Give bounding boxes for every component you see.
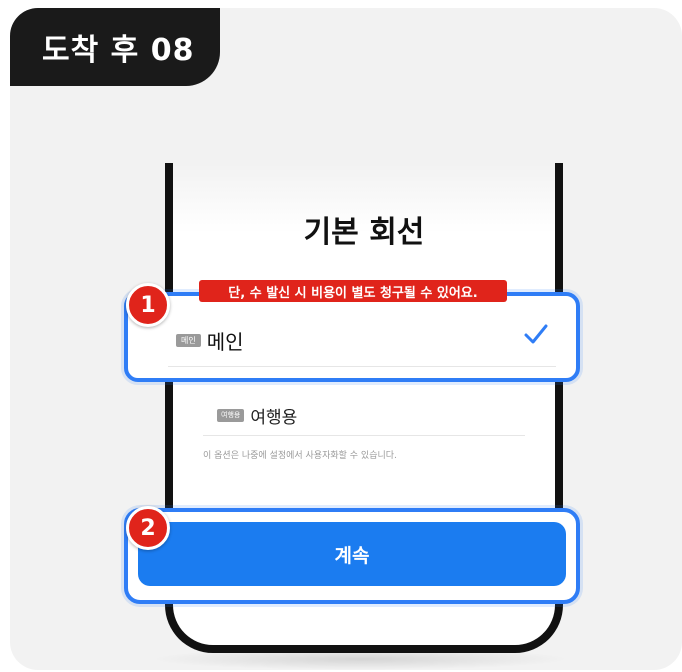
callout-badge-2: 2 xyxy=(126,506,170,550)
continue-button[interactable]: 계속 xyxy=(138,522,566,586)
callout-badge-1: 1 xyxy=(126,283,170,327)
hint-text: 이 옵션은 나중에 설정에서 사용자화할 수 있습니다. xyxy=(203,451,397,461)
line-option-main[interactable]: 메인 메인 xyxy=(124,292,580,382)
checkmark-icon xyxy=(524,324,548,344)
step-badge: 도착 후 08 xyxy=(10,8,220,86)
line-tag-main: 메인 xyxy=(176,334,201,347)
divider xyxy=(203,435,525,436)
warning-banner: 단, 수 발신 시 비용이 별도 청구될 수 있어요. xyxy=(199,280,507,302)
continue-highlight: 계속 xyxy=(124,508,580,604)
line-option-label-main: 메인 xyxy=(206,330,244,354)
line-tag-travel: 여행용 xyxy=(217,409,245,422)
line-option-travel[interactable]: 여행용 여행용 xyxy=(217,403,297,428)
line-option-label-travel: 여행용 xyxy=(250,408,298,428)
page-title: 기본 회선 xyxy=(303,215,425,250)
